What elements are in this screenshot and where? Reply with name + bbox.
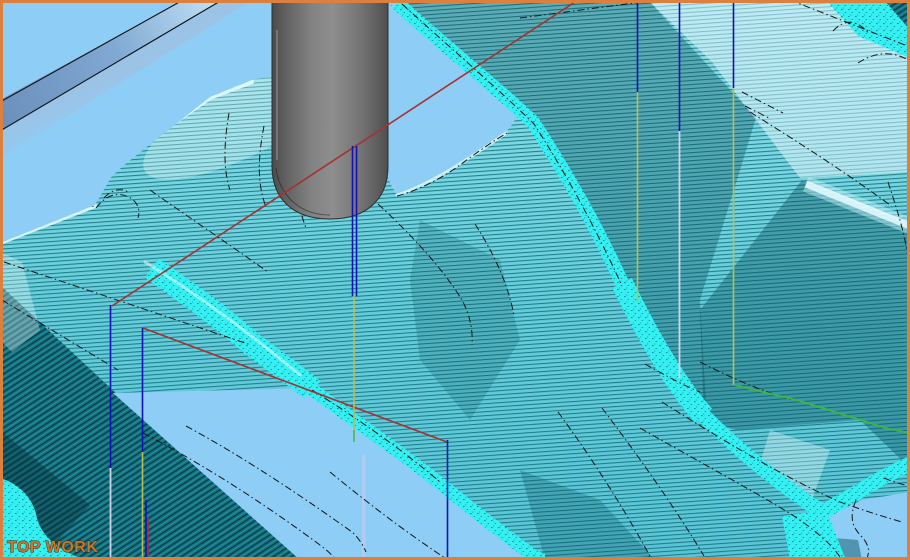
tool-cylinder <box>272 3 388 219</box>
cam-viewport[interactable]: TOP WORK <box>0 0 910 560</box>
cam-scene-canvas[interactable]: TOP WORK <box>0 0 910 560</box>
view-label: TOP WORK <box>7 539 98 556</box>
